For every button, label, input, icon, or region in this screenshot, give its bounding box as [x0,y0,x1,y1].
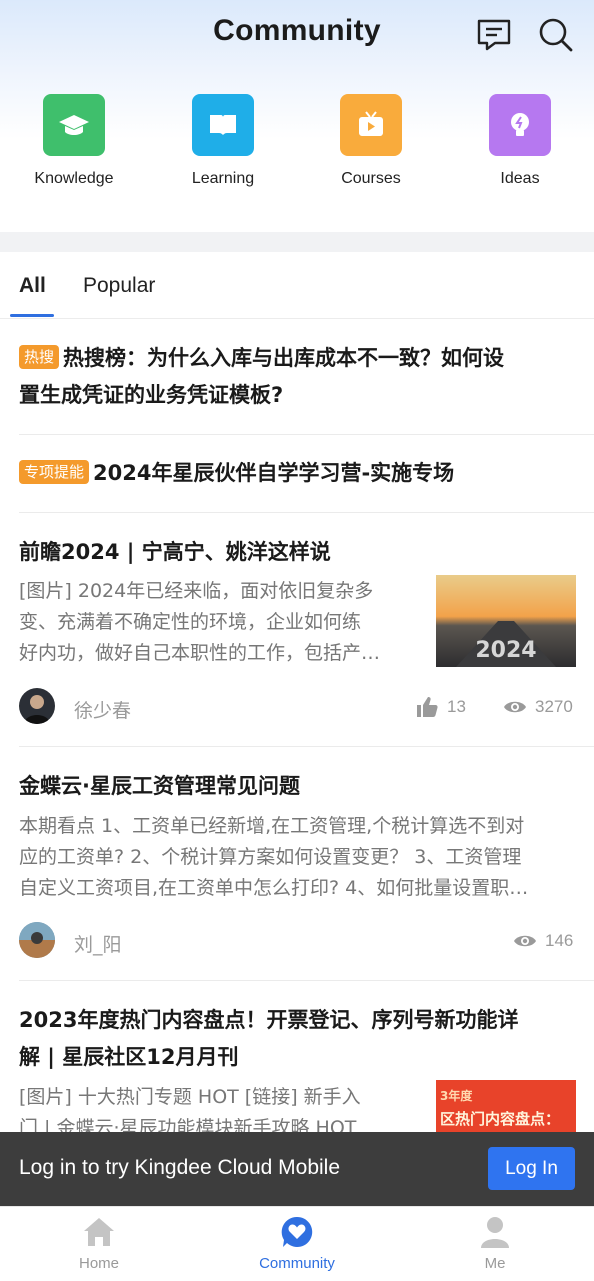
divider [19,434,594,435]
section-gap [0,232,594,252]
avatar[interactable] [19,688,55,724]
special-badge: 专项提能 [19,460,90,484]
thumb-text: 2024 [475,638,536,663]
views-value: 3270 [535,697,573,716]
category-label: Courses [341,170,401,187]
post-thumbnail[interactable]: 2024 [436,575,576,667]
category-label: Knowledge [34,170,114,187]
post-title[interactable]: 金蝶云·星辰工资管理常见问题 [19,768,300,805]
nav-community[interactable]: Community [237,1215,357,1272]
person-icon [481,1217,509,1248]
post-title[interactable]: 2023年度热门内容盘点！开票登记、序列号新功能详 解 | 星辰社区12月月刊 [19,1002,584,1076]
hot-title-line2: 置生成凭证的业务凭证模板? [19,383,284,407]
chat-icon[interactable] [475,16,513,54]
thumbs-up-icon [417,697,438,717]
home-icon [84,1218,114,1246]
excerpt-line: 门 | 金蝶云·星辰功能模块新手攻略 HOT [19,1117,357,1132]
divider [19,512,594,513]
graduation-cap-icon [43,94,105,156]
post-excerpt[interactable]: 本期看点 1、工资单已经新增,在工资管理,个税计算选不到对 应的工资单? 2、个… [19,811,579,904]
search-icon[interactable] [537,16,575,54]
thumb-text: 区热门内容盘点： [440,1110,560,1128]
lightbulb-icon [489,94,551,156]
post-excerpt[interactable]: [图片] 十大热门专题 HOT [链接] 新手入 门 | 金蝶云·星辰功能模块新… [19,1082,419,1132]
views-count: 3270 [503,695,573,719]
tab-all[interactable]: All [19,274,46,298]
hot-badge: 热搜 [19,345,60,369]
login-prompt: Log in to try Kingdee Cloud Mobile [19,1156,341,1179]
eye-icon [514,935,536,947]
feed-tabs: All Popular [0,252,594,319]
post-excerpt[interactable]: [图片] 2024年已经来临，面对依旧复杂多 变、充满着不确定性的环境，企业如何… [19,576,419,669]
excerpt-line: 应的工资单? 2、个税计算方案如何设置变更？ 3、工资管理 [19,846,522,868]
likes-value: 13 [447,697,466,716]
special-title: 2024年星辰伙伴自学学习营-实施专场 [93,461,455,485]
author-name[interactable]: 徐少春 [74,696,131,723]
category-label: Ideas [500,170,540,187]
special-item[interactable]: 专项提能 2024年星辰伙伴自学学习营-实施专场 [19,455,579,492]
views-value: 146 [545,931,574,950]
divider [19,746,594,747]
divider [19,980,594,981]
nav-home[interactable]: Home [39,1215,159,1272]
excerpt-line: [图片] 十大热门专题 HOT [链接] 新手入 [19,1086,361,1108]
nav-me[interactable]: Me [435,1215,555,1272]
likes-count[interactable]: 13 [415,695,466,719]
category-learning[interactable]: Learning [163,94,283,188]
tv-play-icon [340,94,402,156]
login-banner: Log in to try Kingdee Cloud Mobile Log I… [0,1132,594,1206]
category-ideas[interactable]: Ideas [460,94,580,188]
hot-title-line1: 热搜榜：为什么入库与出库成本不一致？如何设 [63,346,505,370]
excerpt-line: 变、充满着不确定性的环境，企业如何练 [19,611,362,633]
post-title[interactable]: 前瞻2024 | 宁高宁、姚洋这样说 [19,534,331,571]
book-icon [192,94,254,156]
post-thumbnail[interactable]: 3年度 区热门内容盘点： [436,1080,576,1132]
title-line: 解 | 星辰社区12月月刊 [19,1045,239,1069]
excerpt-line: 自定义工资项目,在工资单中怎么打印? 4、如何批量设置职… [19,877,529,899]
category-knowledge[interactable]: Knowledge [14,94,134,188]
category-label: Learning [191,170,255,187]
heart-chat-icon [281,1216,313,1247]
avatar[interactable] [19,922,55,958]
eye-icon [504,701,526,713]
tab-active-indicator [10,314,54,317]
excerpt-line: [图片] 2024年已经来临，面对依旧复杂多 [19,580,374,602]
nav-label: Home [78,1255,119,1272]
nav-label: Me [484,1255,506,1272]
category-courses[interactable]: Courses [311,94,431,188]
bottom-nav: Home Community Me [0,1206,594,1281]
tab-popular[interactable]: Popular [83,274,155,298]
title-line: 2023年度热门内容盘点！开票登记、序列号新功能详 [19,1008,519,1032]
thumb-text: 3年度 [440,1088,473,1103]
author-name[interactable]: 刘_阳 [74,930,122,957]
excerpt-line: 本期看点 1、工资单已经新增,在工资管理,个税计算选不到对 [19,815,525,837]
excerpt-line: 好内功，做好自己本职性的工作，包括产… [19,642,381,664]
views-count: 146 [513,929,573,953]
login-button[interactable]: Log In [488,1147,575,1190]
hot-search-item[interactable]: 热搜 热搜榜：为什么入库与出库成本不一致？如何设 置生成凭证的业务凭证模板? [19,340,579,414]
nav-label: Community [259,1255,335,1272]
